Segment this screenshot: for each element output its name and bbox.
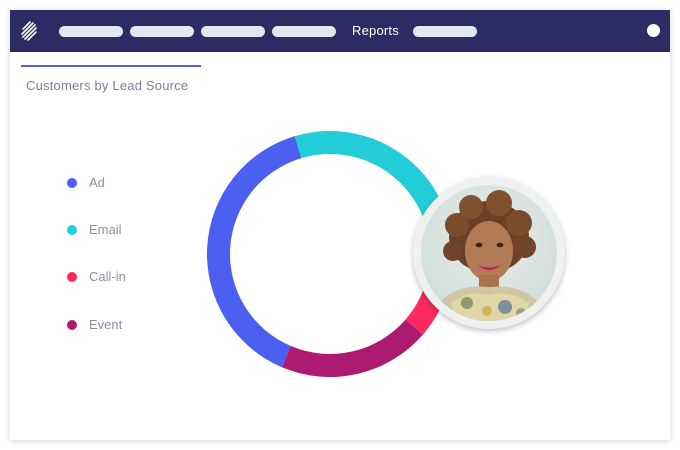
donut-slice-ad[interactable] (206, 136, 302, 368)
donut-slice-event[interactable] (281, 319, 423, 377)
app-window: Reports Customers by Lead Source Ad Emai… (10, 10, 670, 440)
donut-chart (206, 131, 453, 377)
customer-photo (421, 185, 557, 321)
customer-photo-frame (413, 177, 565, 329)
